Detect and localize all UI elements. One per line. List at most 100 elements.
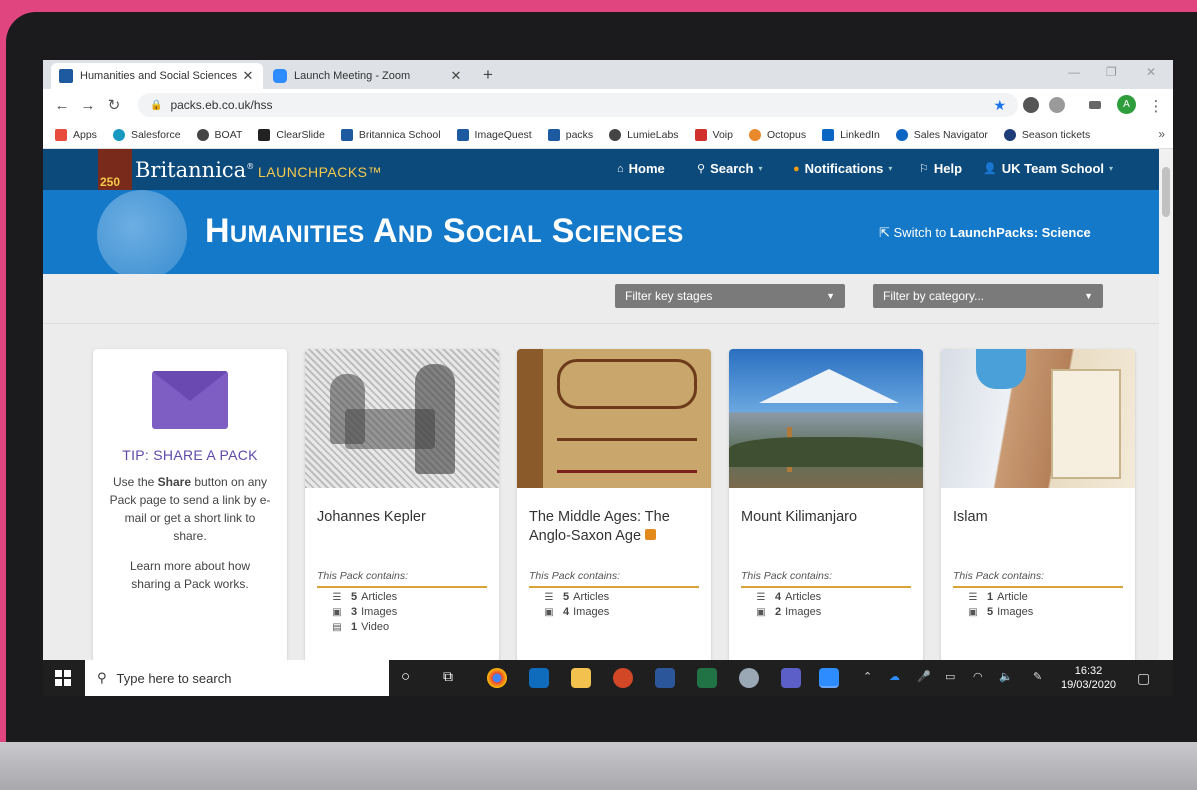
- wifi-icon[interactable]: ◠: [973, 670, 983, 683]
- blue-sleeve: [976, 349, 1026, 389]
- notification-center-icon[interactable]: ▢: [1137, 670, 1150, 687]
- filter-category-select[interactable]: Filter by category... ▼: [873, 284, 1103, 308]
- restore-icon[interactable]: ❐: [1106, 65, 1117, 79]
- url-text: packs.eb.co.uk/hss: [170, 98, 273, 112]
- switch-to-science-link[interactable]: ⇱ Switch to LaunchPacks: Science: [879, 225, 1091, 241]
- nav-label: Notifications: [804, 161, 884, 176]
- bookmark-octopus[interactable]: Octopus: [748, 128, 806, 141]
- bookmark-star-icon[interactable]: ★: [993, 97, 1006, 114]
- dropdown-arrow-icon: ▼: [1084, 291, 1093, 301]
- tab-bar: Humanities and Social Sciences | ✕ Launc…: [43, 60, 1173, 89]
- bookmark-packs[interactable]: packs: [547, 128, 593, 141]
- pack-contains-label: This Pack contains:: [529, 570, 699, 588]
- pack-contains-label: This Pack contains:: [953, 570, 1123, 588]
- pack-stat-images: ▣ 2 Images: [755, 606, 923, 618]
- nav-help[interactable]: ⚐ Help: [919, 161, 962, 176]
- globe-icon: [97, 190, 187, 274]
- notification-icon: ●: [793, 162, 800, 175]
- bookmark-sales-navigator[interactable]: Sales Navigator: [895, 128, 988, 141]
- bookmark-season-tickets[interactable]: Season tickets: [1003, 128, 1090, 141]
- stat-count: 3: [351, 606, 358, 618]
- windows-start-icon[interactable]: [55, 670, 71, 686]
- search-icon: ⚲: [697, 163, 706, 175]
- pack-title: Mount Kilimanjaro: [741, 509, 858, 525]
- tab-zoom[interactable]: Launch Meeting - Zoom ✕: [265, 63, 471, 89]
- chevron-down-icon: ▾: [1109, 164, 1114, 173]
- tip-learn-more[interactable]: Learn more about how sharing a Pack work…: [111, 557, 269, 593]
- file-explorer-icon[interactable]: [571, 668, 591, 688]
- bookmark-lumielabs[interactable]: LumieLabs: [609, 128, 679, 141]
- filter-key-stages-select[interactable]: Filter key stages ▼: [615, 284, 845, 308]
- bookmark-imagequest[interactable]: ImageQuest: [456, 128, 532, 141]
- film-icon: ▤: [332, 621, 342, 633]
- microphone-icon[interactable]: 🎤: [917, 670, 931, 683]
- page-scrollbar[interactable]: [1159, 149, 1173, 696]
- close-icon[interactable]: ✕: [241, 68, 255, 84]
- extension-icon[interactable]: [1049, 97, 1065, 113]
- back-icon[interactable]: ←: [49, 97, 75, 114]
- logo-text[interactable]: Britannica®: [135, 158, 254, 182]
- tab-title: Launch Meeting - Zoom: [294, 70, 411, 82]
- stat-label: Article: [997, 591, 1028, 603]
- anniversary-badge: 250: [98, 149, 132, 190]
- teams-icon[interactable]: [781, 668, 801, 688]
- bookmark-salesforce[interactable]: Salesforce: [112, 128, 181, 141]
- pack-card-kepler[interactable]: Johannes Kepler This Pack contains: ☰ 5 Ar…: [305, 349, 499, 679]
- pen-icon[interactable]: ✎: [1033, 670, 1042, 683]
- battery-icon[interactable]: ▭: [945, 670, 955, 683]
- menu-dots-icon[interactable]: ⋮: [1143, 97, 1169, 115]
- screen: Humanities and Social Sciences | ✕ Launc…: [43, 60, 1173, 696]
- onedrive-icon[interactable]: ☁: [889, 670, 900, 683]
- pack-card-islam[interactable]: Islam This Pack contains: ☰ 1 Article ▣ 5 Im…: [941, 349, 1135, 679]
- close-icon[interactable]: ✕: [449, 68, 463, 84]
- bookmark-label: Voip: [712, 128, 733, 141]
- word-icon[interactable]: [655, 668, 675, 688]
- bookmark-clearslide[interactable]: ClearSlide: [258, 128, 325, 141]
- bookmark-voip[interactable]: Voip: [694, 128, 733, 141]
- pack-card-middle-ages[interactable]: The Middle Ages: The Anglo-Saxon Age Thi…: [517, 349, 711, 679]
- window-close-icon[interactable]: ✕: [1146, 65, 1156, 79]
- volume-icon[interactable]: 🔈: [999, 670, 1013, 683]
- pack-image-manuscript: [517, 349, 711, 488]
- bookmark-boat[interactable]: BOAT: [196, 128, 242, 141]
- bookmark-britannica-school[interactable]: Britannica School: [340, 128, 441, 141]
- snipping-tool-icon[interactable]: [739, 668, 759, 688]
- taskbar-search-box[interactable]: ⚲ Type here to search: [85, 660, 389, 696]
- chrome-icon[interactable]: [487, 668, 507, 688]
- bookmark-apps[interactable]: Apps: [55, 128, 97, 141]
- key-icon[interactable]: [1089, 101, 1101, 109]
- bookmarks-overflow-icon[interactable]: »: [1158, 127, 1165, 141]
- scrollbar-thumb[interactable]: [1162, 167, 1170, 217]
- nav-home[interactable]: ⌂ Home: [617, 161, 665, 176]
- chevron-up-icon[interactable]: ⌃: [863, 670, 872, 683]
- task-view-icon[interactable]: ⧉: [443, 668, 453, 685]
- reload-icon[interactable]: ↻: [101, 96, 127, 114]
- bookmark-linkedin[interactable]: LinkedIn: [822, 128, 880, 141]
- stat-count: 1: [987, 591, 994, 603]
- powerpoint-icon[interactable]: [613, 668, 633, 688]
- zoom-icon[interactable]: [819, 668, 839, 688]
- manuscript-letters: [557, 421, 697, 441]
- bookmark-label: Britannica School: [358, 128, 441, 141]
- list-icon: ☰: [544, 591, 554, 603]
- stat-count: 1: [351, 621, 358, 633]
- url-bar[interactable]: 🔒 packs.eb.co.uk/hss ★: [138, 93, 1018, 117]
- bookmarks-bar: Apps Salesforce BOAT ClearSlide Britanni…: [43, 121, 1173, 149]
- nav-account[interactable]: 👤 UK Team School ▾: [983, 161, 1113, 176]
- taskbar-clock[interactable]: 16:32 19/03/2020: [1061, 664, 1116, 692]
- minimize-icon[interactable]: —: [1068, 65, 1080, 79]
- pack-cards: TIP: SHARE A PACK Use the Share button o…: [93, 349, 1143, 696]
- engraving-figure: [330, 374, 365, 444]
- forward-icon[interactable]: →: [75, 97, 101, 114]
- nav-search[interactable]: ⚲ Search ▾: [697, 161, 762, 176]
- outlook-icon[interactable]: [529, 668, 549, 688]
- cortana-icon[interactable]: ○: [401, 668, 410, 685]
- tab-humanities[interactable]: Humanities and Social Sciences | ✕: [51, 63, 263, 89]
- new-tab-button[interactable]: +: [483, 65, 493, 85]
- pack-card-kilimanjaro[interactable]: Mount Kilimanjaro This Pack contains: ☰ 4…: [729, 349, 923, 679]
- avatar[interactable]: A: [1117, 95, 1136, 114]
- nav-notifications[interactable]: ● Notifications ▾: [793, 161, 892, 176]
- stat-label: Images: [997, 606, 1034, 618]
- excel-icon[interactable]: [697, 668, 717, 688]
- extension-icon[interactable]: [1023, 97, 1039, 113]
